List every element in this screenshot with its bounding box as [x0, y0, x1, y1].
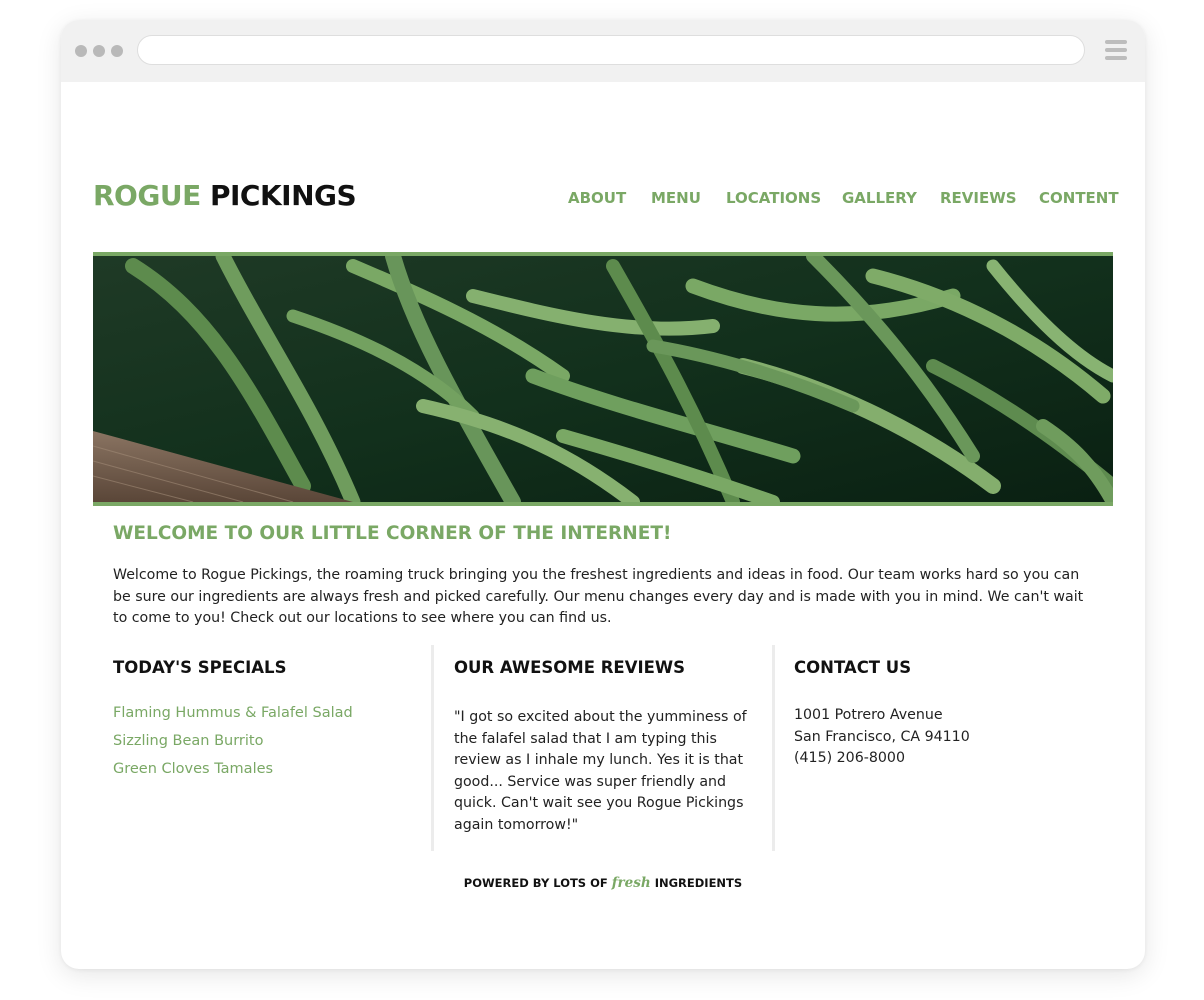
browser-toolbar — [61, 20, 1145, 82]
site-logo[interactable]: ROGUE PICKINGS — [93, 179, 357, 212]
column-divider — [431, 645, 434, 851]
footer: POWERED BY LOTS OF fresh INGREDIENTS — [61, 875, 1145, 891]
special-item[interactable]: Flaming Hummus & Falafel Salad — [113, 705, 353, 721]
special-item[interactable]: Sizzling Bean Burrito — [113, 733, 263, 749]
review-quote: "I got so excited about the yumminess of… — [454, 709, 747, 833]
window-control-dot[interactable] — [93, 45, 105, 57]
nav-menu[interactable]: MENU — [651, 189, 701, 207]
browser-window: ROGUE PICKINGS ABOUT MENU LOCATIONS GALL… — [61, 20, 1145, 969]
column-divider — [772, 645, 775, 851]
contact-section: CONTACT US 1001 Potrero Avenue San Franc… — [794, 645, 1094, 851]
specials-section: TODAY'S SPECIALS Flaming Hummus & Falafe… — [113, 645, 413, 851]
nav-reviews[interactable]: REVIEWS — [940, 189, 1017, 207]
welcome-text: Welcome to Rogue Pickings, the roaming t… — [113, 567, 1084, 627]
nav-locations[interactable]: LOCATIONS — [726, 189, 821, 207]
phone-number[interactable]: (415) 206-8000 — [794, 750, 905, 766]
hamburger-icon[interactable] — [1105, 40, 1129, 62]
address-bar[interactable] — [137, 35, 1085, 65]
city-line: San Francisco, CA 94110 — [794, 729, 970, 745]
green-beans-photo — [93, 256, 1113, 502]
reviews-section: OUR AWESOME REVIEWS "I got so excited ab… — [454, 645, 754, 851]
logo-pickings: PICKINGS — [209, 179, 357, 212]
special-item[interactable]: Green Cloves Tamales — [113, 761, 273, 777]
window-control-dot[interactable] — [111, 45, 123, 57]
welcome-title: WELCOME TO OUR LITTLE CORNER OF THE INTE… — [113, 523, 672, 544]
reviews-title: OUR AWESOME REVIEWS — [454, 658, 685, 677]
footer-prefix: POWERED BY LOTS OF — [463, 876, 608, 890]
nav-content[interactable]: CONTENT — [1039, 189, 1119, 207]
logo-rogue: ROGUE — [93, 179, 201, 212]
contact-title: CONTACT US — [794, 658, 912, 677]
hero-image — [93, 252, 1113, 506]
window-control-dot[interactable] — [75, 45, 87, 57]
nav-about[interactable]: ABOUT — [568, 189, 626, 207]
specials-title: TODAY'S SPECIALS — [113, 658, 287, 677]
nav-gallery[interactable]: GALLERY — [842, 189, 917, 207]
footer-suffix: INGREDIENTS — [654, 876, 743, 890]
footer-fresh-word: fresh — [611, 875, 651, 891]
address-line: 1001 Potrero Avenue — [794, 707, 943, 723]
